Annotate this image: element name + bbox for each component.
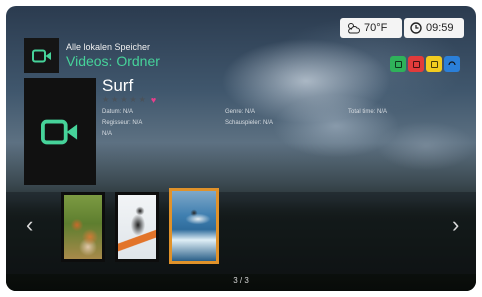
green-button-icon <box>394 60 402 68</box>
star-icon: ★ <box>138 95 146 104</box>
genre-field: Genre: N/A <box>225 109 256 115</box>
yellow-button-icon <box>430 60 438 68</box>
previous-arrow-icon[interactable]: ‹ <box>26 214 33 236</box>
temperature-text: 70°F <box>364 22 388 34</box>
heart-icon: ♥ <box>150 95 157 105</box>
time-text: 09:59 <box>426 22 454 34</box>
refresh-icon <box>448 61 456 66</box>
video-thumbnail-placeholder <box>24 78 96 185</box>
section-icon <box>24 38 59 73</box>
next-arrow-icon[interactable]: › <box>452 214 459 236</box>
fox-image <box>64 195 102 259</box>
page-indicator: 3 / 3 <box>233 276 249 285</box>
thumbnail-snowboard[interactable] <box>115 192 159 262</box>
total-time-field: Total time: N/A <box>348 109 388 115</box>
surf-image <box>172 191 216 261</box>
description-field: N/A <box>102 131 113 137</box>
partly-cloudy-icon <box>348 23 360 34</box>
section-title: Videos: Ordner <box>66 53 160 69</box>
red-button-icon <box>412 60 420 68</box>
star-icon: ★ <box>129 95 137 104</box>
schauspieler-field: Schauspieler: N/A <box>225 120 274 126</box>
video-title: Surf <box>102 76 134 95</box>
yellow-button[interactable] <box>426 56 442 72</box>
thumbnail-fox[interactable] <box>61 192 105 262</box>
star-icon: ★ <box>102 95 110 104</box>
rating[interactable]: ★ ★ ★ ★ ★ ♥ <box>102 95 157 105</box>
video-camera-icon <box>31 49 51 62</box>
video-camera-icon <box>41 119 78 144</box>
weather-indicator: 70°F <box>340 18 402 38</box>
star-icon: ★ <box>120 95 128 104</box>
star-icon: ★ <box>111 95 119 104</box>
regisseur-field: Regisseur: N/A <box>102 120 143 126</box>
clock-indicator: 09:59 <box>404 18 464 38</box>
thumbnail-surf-selected[interactable] <box>169 188 219 264</box>
source-label: Alle lokalen Speicher <box>66 42 151 52</box>
red-button[interactable] <box>408 56 424 72</box>
datum-field: Datum: N/A <box>102 109 134 115</box>
blue-button[interactable] <box>444 56 460 72</box>
green-button[interactable] <box>390 56 406 72</box>
snowboard-image <box>118 195 156 259</box>
clock-icon <box>410 22 422 34</box>
